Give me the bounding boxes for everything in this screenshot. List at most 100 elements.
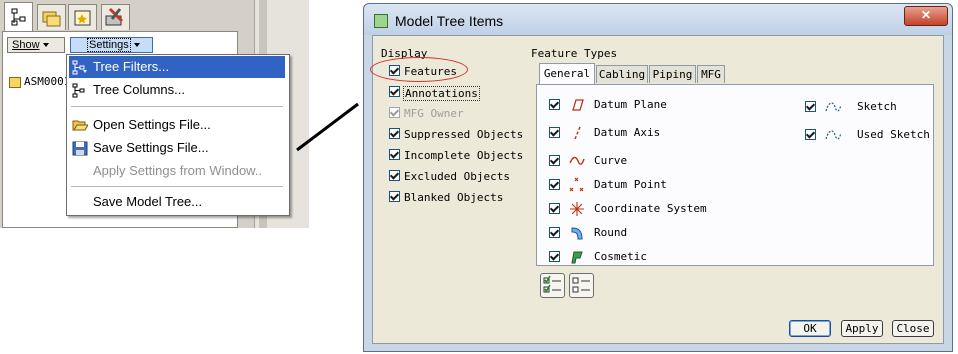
feature-label: Cosmetic (594, 250, 647, 263)
tab-favorites[interactable] (68, 4, 97, 30)
chevron-down-icon (133, 43, 140, 48)
close-window-button[interactable]: ✕ (904, 6, 948, 26)
apply-label: Apply (845, 322, 879, 335)
menu-item-save-settings[interactable]: Save Settings File... (69, 137, 285, 159)
round-icon (571, 227, 583, 240)
tab-mfg[interactable]: MFG (697, 65, 725, 83)
checkbox[interactable] (549, 155, 560, 166)
feature-label: Used Sketch (857, 128, 930, 141)
checkbox[interactable] (549, 227, 560, 238)
feature-label: Sketch (857, 100, 897, 113)
coordinate-system-icon (570, 202, 584, 216)
ok-button[interactable]: OK (789, 320, 831, 337)
menu-item-label: Open Settings File... (93, 117, 211, 132)
tab-label: General (543, 67, 591, 80)
menu-item-label: Apply Settings from Window.. (93, 163, 263, 178)
tab-label: Piping (652, 68, 693, 81)
tab-tools[interactable] (101, 4, 130, 30)
checkbox[interactable] (389, 170, 400, 181)
feature-label: Round (594, 226, 628, 239)
feature-label: Datum Point (594, 178, 667, 191)
menu-item-label: Tree Filters... (93, 59, 170, 74)
tree-root-item[interactable]: ASM0001 (9, 75, 70, 88)
checkbox[interactable] (549, 179, 560, 190)
feature-label: Coordinate System (594, 202, 707, 215)
checkbox[interactable] (389, 149, 400, 160)
show-label: Show (12, 39, 40, 51)
tab-piping[interactable]: Piping (649, 65, 696, 83)
show-dropdown[interactable]: Show (7, 37, 65, 53)
clear-all-button[interactable] (569, 273, 594, 298)
folder-open-icon (72, 120, 88, 131)
datum-plane-icon (572, 99, 584, 111)
floppy-disk-icon (72, 141, 88, 156)
highlight-ellipse (370, 57, 468, 82)
feature-types-label: Feature Types (531, 47, 618, 60)
checkbox[interactable] (805, 101, 816, 112)
menu-divider (71, 106, 283, 107)
menu-item-tree-filters[interactable]: Tree Filters... (69, 56, 285, 78)
datum-point-icon (569, 177, 584, 192)
menu-item-label: Tree Columns... (93, 82, 185, 97)
feature-label: Datum Axis (594, 126, 661, 139)
settings-label: Settings (87, 38, 131, 52)
feature-label: Curve (594, 154, 628, 167)
tab-general[interactable]: General (539, 63, 595, 85)
checkbox-label: MFG Owner (404, 107, 464, 120)
checkbox[interactable] (549, 127, 560, 138)
dialog-icon (374, 14, 388, 28)
menu-item-apply-settings[interactable]: Apply Settings from Window.. (69, 160, 285, 182)
used-sketch-icon (825, 130, 841, 140)
close-button[interactable]: Close (892, 320, 934, 337)
settings-dropdown[interactable]: Settings (70, 37, 153, 53)
checkbox[interactable] (389, 128, 400, 139)
checkbox-label: Incomplete Objects (404, 149, 524, 162)
feature-label: Datum Plane (594, 98, 667, 111)
tree-root-label: ASM0001 (24, 75, 71, 88)
tab-model-tree[interactable] (4, 2, 33, 31)
tab-label: Cabling (598, 68, 646, 81)
dialog-title-bar[interactable]: Model Tree Items ✕ (364, 4, 952, 35)
folders-icon (42, 11, 61, 27)
settings-menu: Tree Filters... Tree Columns... Open Set… (66, 54, 290, 216)
checkbox-label: Suppressed Objects (404, 128, 524, 141)
dialog-title: Model Tree Items (395, 13, 504, 29)
clear-all-icon (572, 277, 590, 293)
close-label: Close (896, 322, 930, 335)
checkbox-label: Excluded Objects (404, 170, 510, 183)
checkbox[interactable] (805, 129, 816, 140)
checkbox-label: Blanked Objects (404, 191, 504, 204)
favorites-icon (74, 10, 91, 26)
tree-filter-icon (72, 60, 87, 75)
datum-axis-icon (574, 126, 581, 140)
chevron-down-icon (42, 43, 49, 48)
menu-item-save-model-tree[interactable]: Save Model Tree... (69, 191, 285, 213)
checkbox[interactable] (549, 99, 560, 110)
checkbox[interactable] (389, 191, 400, 202)
assembly-icon (9, 76, 21, 88)
menu-item-label: Save Model Tree... (93, 194, 203, 209)
tree-columns-icon (72, 83, 85, 98)
checkbox[interactable] (389, 86, 400, 97)
menu-divider (71, 186, 283, 187)
model-tree-items-dialog: Model Tree Items ✕ Display Features Anno… (363, 3, 953, 352)
apply-button[interactable]: Apply (841, 320, 883, 337)
checkbox-label: Annotations (403, 86, 480, 101)
tools-icon (105, 7, 124, 26)
menu-item-tree-columns[interactable]: Tree Columns... (69, 79, 285, 101)
tab-cabling[interactable]: Cabling (596, 65, 648, 83)
checkbox[interactable] (549, 203, 560, 214)
feature-types-pane: Datum Plane Datum Axis Curve Datum Point (536, 84, 934, 266)
select-all-icon (543, 275, 561, 293)
tab-label: MFG (701, 68, 721, 81)
menu-item-open-settings[interactable]: Open Settings File... (69, 114, 285, 136)
checkbox[interactable] (389, 107, 400, 118)
tab-folder-browser[interactable] (37, 4, 66, 30)
select-all-button[interactable] (540, 273, 565, 298)
model-tree-icon (11, 8, 26, 26)
checkbox[interactable] (549, 251, 560, 262)
close-icon: ✕ (920, 8, 932, 22)
menu-item-label: Save Settings File... (93, 140, 209, 155)
sketch-icon (825, 102, 841, 112)
dialog-body: Display Features Annotations MFG Owner S… (370, 35, 944, 344)
